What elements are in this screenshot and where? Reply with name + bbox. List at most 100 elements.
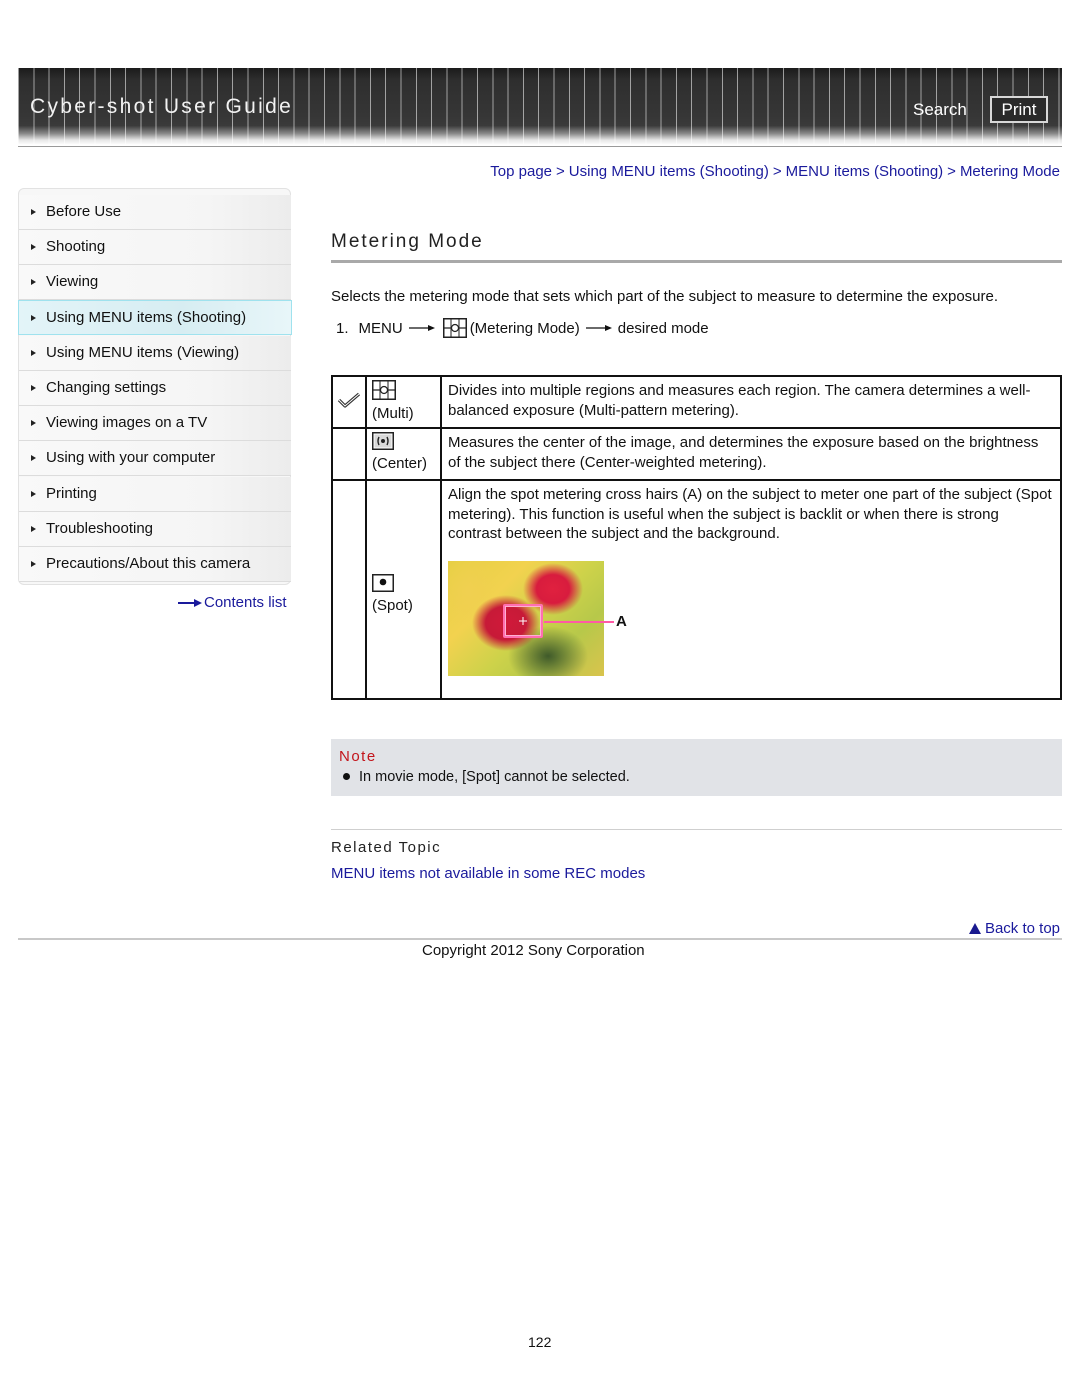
- table-row: (Multi) Divides into multiple regions an…: [331, 375, 1062, 429]
- default-indicator-cell: [331, 375, 367, 429]
- breadcrumb-using-menu-items-shooting[interactable]: Using MENU items (Shooting): [569, 163, 769, 180]
- title-divider: [331, 260, 1062, 263]
- related-divider: [331, 829, 1062, 830]
- sidebar-item-precautions[interactable]: Precautions/About this camera: [19, 547, 291, 582]
- sidebar-item-using-with-computer[interactable]: Using with your computer: [19, 441, 291, 476]
- sidebar-item-label: Before Use: [46, 203, 122, 220]
- page-title: Metering Mode: [331, 231, 484, 252]
- center-metering-icon: [372, 432, 394, 450]
- sidebar-item-changing-settings[interactable]: Changing settings: [19, 371, 291, 406]
- sidebar-nav: Before Use Shooting Viewing Using MENU i…: [18, 188, 292, 585]
- metering-mode-table: (Multi) Divides into multiple regions an…: [331, 375, 1062, 700]
- arrow-right-icon: [585, 325, 612, 331]
- back-to-top-label: Back to top: [984, 920, 1060, 937]
- step-menu: MENU: [358, 319, 403, 337]
- mode-description: Divides into multiple regions and measur…: [440, 375, 1062, 429]
- triangle-up-icon: [968, 923, 981, 934]
- breadcrumb-separator: >: [556, 163, 565, 180]
- sidebar-item-label: Viewing images on a TV: [46, 414, 208, 431]
- breadcrumb: Top page > Using MENU items (Shooting) > MEN…: [490, 163, 1060, 180]
- sidebar-item-troubleshooting[interactable]: Troubleshooting: [19, 512, 291, 547]
- sidebar-item-viewing-images-on-tv[interactable]: Viewing images on a TV: [19, 406, 291, 441]
- breadcrumb-top-page[interactable]: Top page: [490, 163, 552, 180]
- mode-icon-cell: (Spot): [365, 479, 442, 700]
- note-text: In movie mode, [Spot] cannot be selected…: [359, 769, 630, 785]
- triangle-right-icon: [31, 244, 36, 250]
- sidebar-item-viewing[interactable]: Viewing: [19, 265, 291, 300]
- spot-metering-icon: [372, 573, 394, 592]
- sidebar-item-using-menu-items-viewing[interactable]: Using MENU items (Viewing): [19, 336, 291, 371]
- sidebar-item-label: Printing: [46, 485, 97, 502]
- intro-text: Selects the metering mode that sets whic…: [331, 288, 999, 305]
- sidebar-item-label: Shooting: [46, 238, 106, 255]
- breadcrumb-menu-items-shooting[interactable]: MENU items (Shooting): [786, 163, 944, 180]
- related-topic-link[interactable]: MENU items not available in some REC mod…: [331, 865, 645, 882]
- sidebar-item-label: Changing settings: [46, 379, 167, 396]
- triangle-right-icon: [31, 209, 36, 215]
- mode-description: Measures the center of the image, and de…: [440, 427, 1062, 481]
- checkmark-icon: [337, 392, 361, 408]
- search-link[interactable]: Search: [913, 100, 967, 120]
- footer-divider: [18, 938, 1062, 940]
- breadcrumb-separator: >: [947, 163, 956, 180]
- table-row: (Center) Measures the center of the imag…: [331, 427, 1062, 481]
- page-number: 122: [528, 1334, 552, 1350]
- note-item: In movie mode, [Spot] cannot be selected…: [343, 769, 630, 785]
- metering-mode-multi-icon: [442, 318, 467, 338]
- step-item: (Metering Mode): [469, 319, 580, 337]
- header-divider: [18, 146, 1062, 147]
- sidebar-item-printing[interactable]: Printing: [19, 477, 291, 512]
- sidebar-item-shooting[interactable]: Shooting: [19, 230, 291, 265]
- sidebar-item-label: Viewing: [46, 273, 99, 290]
- triangle-right-icon: [31, 279, 36, 285]
- note-box: Note In movie mode, [Spot] cannot be sel…: [331, 739, 1062, 796]
- breadcrumb-separator: >: [772, 163, 782, 180]
- contents-list-label: Contents list: [204, 594, 287, 611]
- sidebar-item-label: Using with your computer: [46, 449, 216, 466]
- contents-list-link[interactable]: Contents list: [178, 594, 287, 611]
- note-title: Note: [339, 748, 377, 765]
- mode-name: (Multi): [372, 405, 414, 422]
- triangle-right-icon: [31, 385, 36, 391]
- triangle-right-icon: [31, 315, 36, 321]
- triangle-right-icon: [31, 455, 36, 461]
- back-to-top-link[interactable]: Back to top: [968, 920, 1060, 937]
- step-instruction: 1. MENU (Metering Mode) desired mode: [336, 318, 709, 338]
- spot-metering-example: A: [448, 560, 648, 677]
- copyright: Copyright 2012 Sony Corporation: [422, 942, 645, 959]
- triangle-right-icon: [31, 561, 36, 567]
- default-indicator-cell: [331, 427, 367, 481]
- spot-crosshair-frame: [503, 603, 543, 638]
- step-number: 1.: [336, 319, 349, 337]
- triangle-right-icon: [31, 350, 36, 356]
- arrow-right-icon: [408, 325, 435, 331]
- sidebar-item-before-use[interactable]: Before Use: [19, 195, 291, 230]
- bullet-icon: [343, 772, 350, 780]
- triangle-right-icon: [31, 420, 36, 426]
- table-row: (Spot) Align the spot metering cross hai…: [331, 479, 1062, 700]
- callout-label: A: [616, 612, 627, 630]
- triangle-right-icon: [31, 526, 36, 532]
- mode-icon-cell: (Multi): [365, 375, 442, 429]
- mode-name: (Center): [372, 455, 428, 472]
- default-indicator-cell: [331, 479, 367, 700]
- breadcrumb-metering-mode[interactable]: Metering Mode: [960, 163, 1060, 180]
- mode-description: Align the spot metering cross hairs (A) …: [448, 486, 1052, 542]
- step-target: desired mode: [617, 319, 709, 337]
- app-title: Cyber-shot User Guide: [30, 95, 294, 118]
- print-button[interactable]: Print: [990, 96, 1048, 123]
- triangle-right-icon: [31, 491, 36, 497]
- multi-metering-icon: [372, 380, 396, 400]
- mode-description-cell: Align the spot metering cross hairs (A) …: [440, 479, 1062, 700]
- sidebar-item-label: Precautions/About this camera: [46, 555, 251, 572]
- mode-name: (Spot): [372, 596, 413, 614]
- sidebar-item-using-menu-items-shooting[interactable]: Using MENU items (Shooting): [18, 300, 292, 335]
- crosshair-icon: [519, 616, 527, 625]
- sidebar-item-label: Using MENU items (Shooting): [46, 309, 247, 326]
- mode-icon-cell: (Center): [365, 427, 442, 481]
- arrow-right-icon: [178, 599, 202, 608]
- callout-line: [544, 620, 614, 623]
- sidebar-item-label: Troubleshooting: [46, 520, 154, 537]
- sidebar-item-label: Using MENU items (Viewing): [46, 344, 240, 361]
- related-topic-title: Related Topic: [331, 839, 442, 856]
